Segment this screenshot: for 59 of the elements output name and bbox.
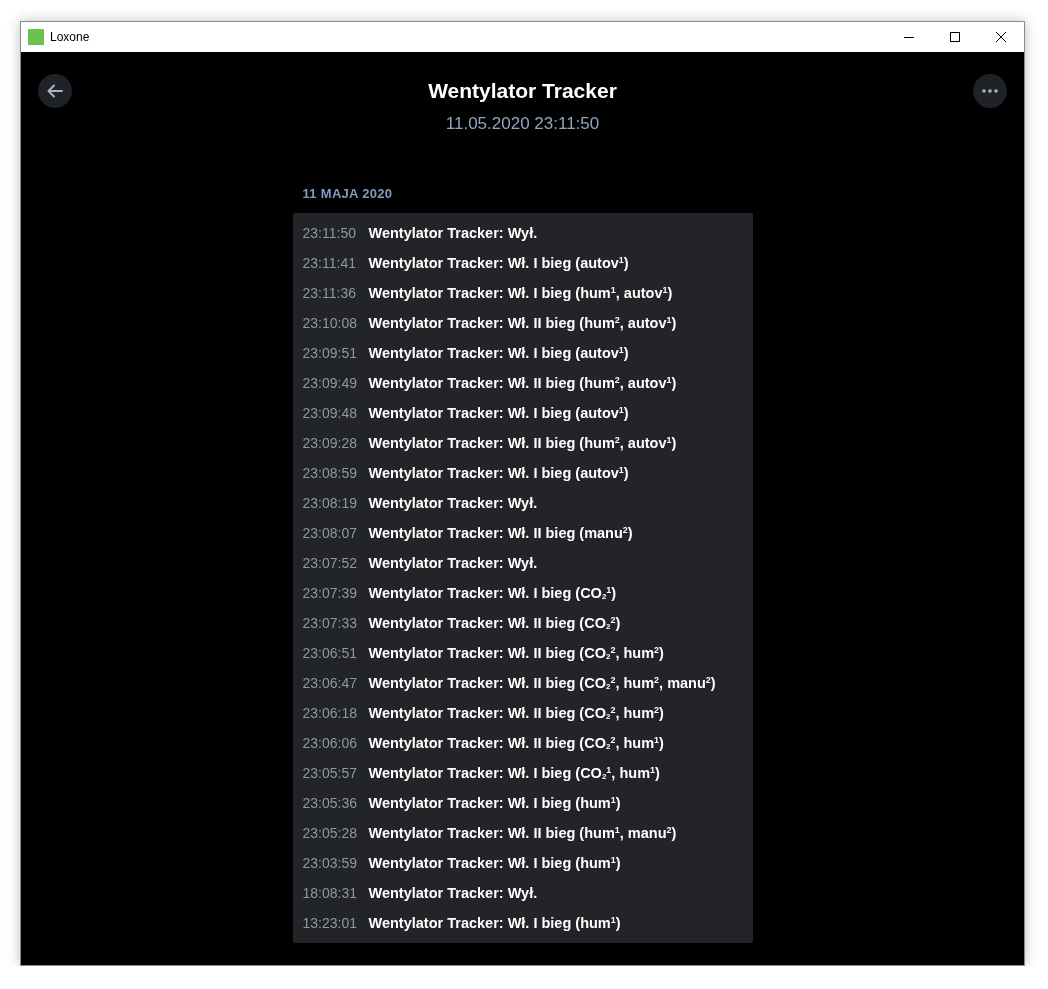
close-icon	[996, 32, 1006, 42]
entry-message: Wentylator Tracker: Wł. I bieg (autov$^{1}$)	[368, 405, 629, 421]
entry-time: 23:08:19	[302, 495, 358, 511]
entry-time: 23:08:59	[302, 465, 358, 481]
entry-time: 23:11:50	[302, 225, 357, 241]
date-heading: 11 MAJA 2020	[301, 186, 394, 202]
entry-time: 23:09:28	[302, 435, 358, 451]
entry-time: 23:07:52	[302, 555, 358, 571]
entry-message: Wentylator Tracker: Wył.	[368, 495, 538, 511]
entry-time: 23:05:57	[302, 765, 358, 781]
entry-time: 23:06:18	[302, 705, 358, 721]
entry-time: 23:11:41	[302, 255, 357, 271]
entry-time: 23:11:36	[302, 285, 357, 301]
entry-time: 13:23:01	[302, 915, 358, 931]
entry-time: 23:06:06	[302, 735, 358, 751]
entry-message: Wentylator Tracker: Wł. I bieg (hum$^{1}$)	[368, 795, 621, 811]
entry-message: Wentylator Tracker: Wł. II bieg (hum$^{2}$, autov$^{1}$)	[368, 315, 677, 331]
entry-time: 18:08:31	[302, 885, 358, 901]
entry-message: Wentylator Tracker: Wł. I bieg (autov$^{1}$)	[368, 465, 629, 481]
entry-message: Wentylator Tracker: Wł. II bieg (hum$^{2}$, autov$^{1}$)	[368, 375, 677, 391]
entry-message: Wentylator Tracker: Wł. II bieg (CO$_{2}$$^{2}$, hum$^{2}$)	[368, 645, 664, 661]
entry-time: 23:08:07	[302, 525, 358, 541]
entry-time: 23:09:49	[302, 375, 358, 391]
entry-message: Wentylator Tracker: Wł. I bieg (CO$_{2}$$^{1}$, hum$^{1}$)	[368, 765, 660, 781]
entry-message: Wentylator Tracker: Wł. II bieg (CO$_{2}$$^{2}$, hum$^{2}$, manu$^{2}$)	[368, 675, 716, 691]
entry-message: Wentylator Tracker: Wył.	[368, 555, 538, 571]
entry-message: Wentylator Tracker: Wł. I bieg (CO$_{2}$$^{1}$)	[368, 585, 617, 601]
entry-message: Wentylator Tracker: Wł. I bieg (autov$^{1}$)	[368, 255, 629, 271]
timestamp: 11.05.2020 23:11:50	[445, 114, 600, 134]
entry-time: 23:07:33	[302, 615, 358, 631]
more-options-button[interactable]	[973, 74, 1007, 108]
entry-message: Wentylator Tracker: Wł. II bieg (hum$^{2}$, autov$^{1}$)	[368, 435, 677, 451]
more-dots-icon	[982, 89, 998, 93]
window-title: Loxone	[50, 30, 91, 44]
back-button[interactable]	[38, 74, 72, 108]
entry-message: Wentylator Tracker: Wył.	[368, 225, 538, 241]
back-arrow-icon	[46, 82, 64, 100]
entry-message: Wentylator Tracker: Wł. II bieg (CO$_{2}$$^{2}$)	[368, 615, 621, 631]
entry-time: 23:06:51	[302, 645, 358, 661]
page-title: Wentylator Tracker	[428, 78, 617, 104]
entry-time: 23:09:48	[302, 405, 358, 421]
entry-time: 23:06:47	[302, 675, 358, 691]
entry-message: Wentylator Tracker: Wł. II bieg (hum$^{1}$, manu$^{2}$)	[368, 825, 677, 841]
entry-message: Wentylator Tracker: Wł. II bieg (CO$_{2}$$^{2}$, hum$^{2}$)	[368, 705, 664, 721]
entry-time: 23:05:36	[302, 795, 358, 811]
entry-message: Wentylator Tracker: Wł. II bieg (CO$_{2}$$^{2}$, hum$^{1}$)	[368, 735, 664, 751]
entry-message: Wentylator Tracker: Wył.	[368, 885, 538, 901]
entry-time: 23:10:08	[302, 315, 358, 331]
entry-message: Wentylator Tracker: Wł. I bieg (hum$^{1}$)	[368, 915, 621, 931]
app-logo-icon	[28, 29, 44, 45]
entry-time: 23:07:39	[302, 585, 358, 601]
entry-message: Wentylator Tracker: Wł. II bieg (manu$^{2}$)	[368, 525, 633, 541]
entry-time: 23:05:28	[302, 825, 358, 841]
entry-message: Wentylator Tracker: Wł. I bieg (hum$^{1}$, autov$^{1}$)	[368, 285, 673, 301]
entry-message: Wentylator Tracker: Wł. I bieg (autov$^{1}$)	[368, 345, 629, 361]
entry-time: 23:03:59	[302, 855, 358, 871]
entry-time: 23:09:51	[302, 345, 358, 361]
entry-message: Wentylator Tracker: Wł. I bieg (hum$^{1}$)	[368, 855, 621, 871]
maximize-icon	[950, 32, 960, 42]
